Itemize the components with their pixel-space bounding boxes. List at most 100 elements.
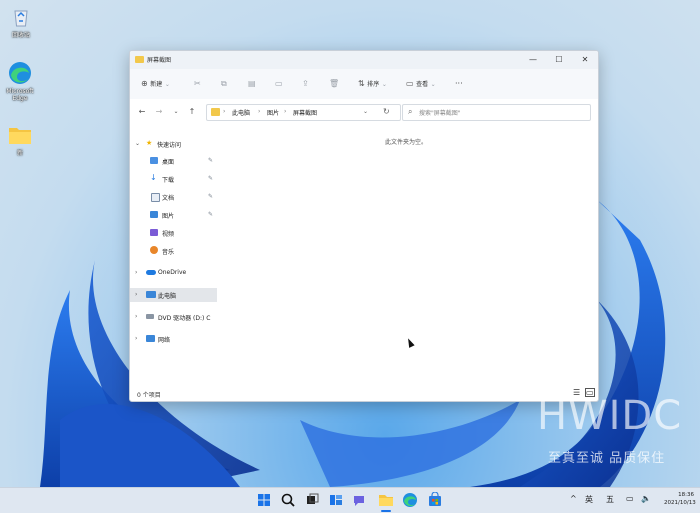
cut-icon[interactable]: ✂ <box>194 77 201 91</box>
up-button[interactable]: ↑ <box>185 105 199 119</box>
input-language-indicator[interactable]: 英 <box>585 494 593 505</box>
chevron-down-icon: ⌄ <box>164 81 170 88</box>
sidebar-item-quick-access[interactable]: ⌄ ★ 快速访问 <box>130 137 217 151</box>
dvd-drive-icon <box>146 314 154 319</box>
rename-icon[interactable]: ▭ <box>275 77 283 91</box>
copy-icon[interactable]: ⧉ <box>221 77 227 91</box>
pin-icon: ✎ <box>208 193 214 200</box>
network-icon <box>146 335 155 342</box>
file-explorer-taskbar-icon[interactable] <box>377 491 393 512</box>
share-icon[interactable]: ⇪ <box>302 77 309 91</box>
address-bar[interactable]: › 此电脑 › 图片 › 屏幕截图 ⌄ ↻ <box>206 104 401 121</box>
command-bar: ⊕ 新建 ⌄ ✂ ⧉ ▤ ▭ ⇪ 🗑 ⇅ 排序 ⌄ ▭ 查看 ⌄ ··· <box>130 69 598 100</box>
clock-date: 2021/10/13 <box>664 500 696 506</box>
pin-icon: ✎ <box>208 211 214 218</box>
computer-icon <box>146 291 156 298</box>
start-windows-icon[interactable] <box>256 492 272 508</box>
search-icon: ⌕ <box>408 107 413 116</box>
watermark-brand: HWIDC <box>537 393 683 439</box>
breadcrumb-pictures[interactable]: 图片 <box>267 108 279 117</box>
close-button[interactable]: ✕ <box>572 51 598 69</box>
file-list-area[interactable]: 此文件夹为空。 <box>220 131 592 381</box>
sort-icon: ⇅ <box>358 79 365 88</box>
recent-locations-button[interactable]: ⌄ <box>169 105 183 119</box>
breadcrumb-separator: › <box>284 108 287 115</box>
paste-icon[interactable]: ▤ <box>248 77 256 91</box>
view-icon: ▭ <box>406 79 414 88</box>
file-explorer-window: 屏幕截图 — ☐ ✕ ⊕ 新建 ⌄ ✂ ⧉ ▤ ▭ ⇪ 🗑 ⇅ 排序 ⌄ ▭ 查… <box>129 50 599 402</box>
desktop-icon-label: 新 <box>16 150 23 157</box>
widgets-icon[interactable] <box>328 492 344 508</box>
sidebar-item-documents[interactable]: 文档 ✎ <box>130 190 217 204</box>
recycle-bin-icon <box>8 4 34 30</box>
plus-circle-icon: ⊕ <box>141 79 148 88</box>
document-icon <box>151 193 160 202</box>
title-bar[interactable]: 屏幕截图 — ☐ ✕ <box>130 51 598 69</box>
desktop-icon-label: 回收站 <box>11 32 30 39</box>
sidebar-item-desktop[interactable]: 桌面 ✎ <box>130 154 217 168</box>
minimize-button[interactable]: — <box>520 51 546 69</box>
forward-button[interactable]: → <box>152 105 166 119</box>
new-button[interactable]: ⊕ 新建 ⌄ <box>141 77 170 91</box>
chevron-right-icon: › <box>135 291 138 298</box>
desktop-icon <box>150 157 158 164</box>
sidebar-item-network[interactable]: › 网络 <box>130 332 217 346</box>
breadcrumb-separator: › <box>258 108 261 115</box>
search-box[interactable]: ⌕ 搜索"屏幕截图" <box>402 104 591 121</box>
folder-icon <box>211 108 220 116</box>
empty-folder-message: 此文件夹为空。 <box>384 139 427 146</box>
volume-icon[interactable]: 🔈 <box>641 494 651 503</box>
watermark-slogan: 至真至诚 品质保住 <box>548 451 666 466</box>
sidebar-item-videos[interactable]: 视频 <box>130 226 217 240</box>
refresh-button[interactable]: ↻ <box>383 107 390 116</box>
delete-icon[interactable]: 🗑 <box>329 77 339 91</box>
chat-icon[interactable] <box>352 492 368 508</box>
view-button[interactable]: ▭ 查看 ⌄ <box>406 77 436 91</box>
navigation-pane: ⌄ ★ 快速访问 桌面 ✎ ↓ 下载 ✎ 文档 ✎ 图片 ✎ 视频 音乐 › O… <box>130 131 217 381</box>
back-button[interactable]: ← <box>135 105 149 119</box>
breadcrumb-separator: › <box>223 108 226 115</box>
folder-icon <box>135 56 144 63</box>
clock[interactable]: 18:36 2021/10/13 <box>664 491 696 507</box>
address-dropdown-button[interactable]: ⌄ <box>363 108 368 115</box>
show-hidden-icons-button[interactable]: ^ <box>570 494 577 503</box>
desktop-icon-edge[interactable]: Microsoft Edge <box>3 60 37 102</box>
status-bar: 0 个项目 ☰ ▭ <box>130 385 598 401</box>
video-icon <box>150 229 158 236</box>
sidebar-item-onedrive[interactable]: › OneDrive <box>130 266 217 280</box>
task-view-icon[interactable] <box>304 492 320 508</box>
chevron-right-icon: › <box>135 313 138 320</box>
taskbar: ^ 英 五 ▭ 🔈 18:36 2021/10/13 <box>0 487 700 513</box>
chevron-right-icon: › <box>135 269 138 276</box>
chevron-down-icon: ⌄ <box>381 81 387 88</box>
network-icon[interactable]: ▭ <box>626 494 634 503</box>
sidebar-item-this-pc[interactable]: › 此电脑 <box>130 288 217 302</box>
chevron-right-icon: › <box>135 335 138 342</box>
search-icon[interactable] <box>280 492 296 508</box>
desktop-icon-recycle-bin[interactable]: 回收站 <box>4 4 38 39</box>
chevron-down-icon: ⌄ <box>430 81 436 88</box>
window-title: 屏幕截图 <box>147 57 172 64</box>
maximize-button[interactable]: ☐ <box>546 51 572 69</box>
edge-icon[interactable] <box>402 492 418 508</box>
sort-button[interactable]: ⇅ 排序 ⌄ <box>358 77 387 91</box>
edge-icon <box>7 60 33 86</box>
download-icon: ↓ <box>150 173 157 182</box>
breadcrumb-this-pc[interactable]: 此电脑 <box>232 108 250 117</box>
item-count: 0 个项目 <box>137 392 161 399</box>
music-icon <box>150 246 158 254</box>
search-placeholder: 搜索"屏幕截图" <box>419 110 461 117</box>
folder-icon <box>7 122 33 148</box>
sidebar-item-pictures[interactable]: 图片 ✎ <box>130 208 217 222</box>
desktop-icon-new-folder[interactable]: 新 <box>3 122 37 157</box>
pin-icon: ✎ <box>208 175 214 182</box>
pin-icon: ✎ <box>208 157 214 164</box>
input-method-mode[interactable]: 五 <box>606 494 614 505</box>
more-options-button[interactable]: ··· <box>455 77 463 91</box>
desktop-icon-label: Microsoft Edge <box>6 88 34 102</box>
breadcrumb-screenshots[interactable]: 屏幕截图 <box>293 108 317 117</box>
store-icon[interactable] <box>427 491 443 508</box>
sidebar-item-downloads[interactable]: ↓ 下载 ✎ <box>130 172 217 186</box>
sidebar-item-dvd-drive[interactable]: › DVD 驱动器 (D:) C <box>130 310 219 324</box>
sidebar-item-music[interactable]: 音乐 <box>130 244 217 258</box>
